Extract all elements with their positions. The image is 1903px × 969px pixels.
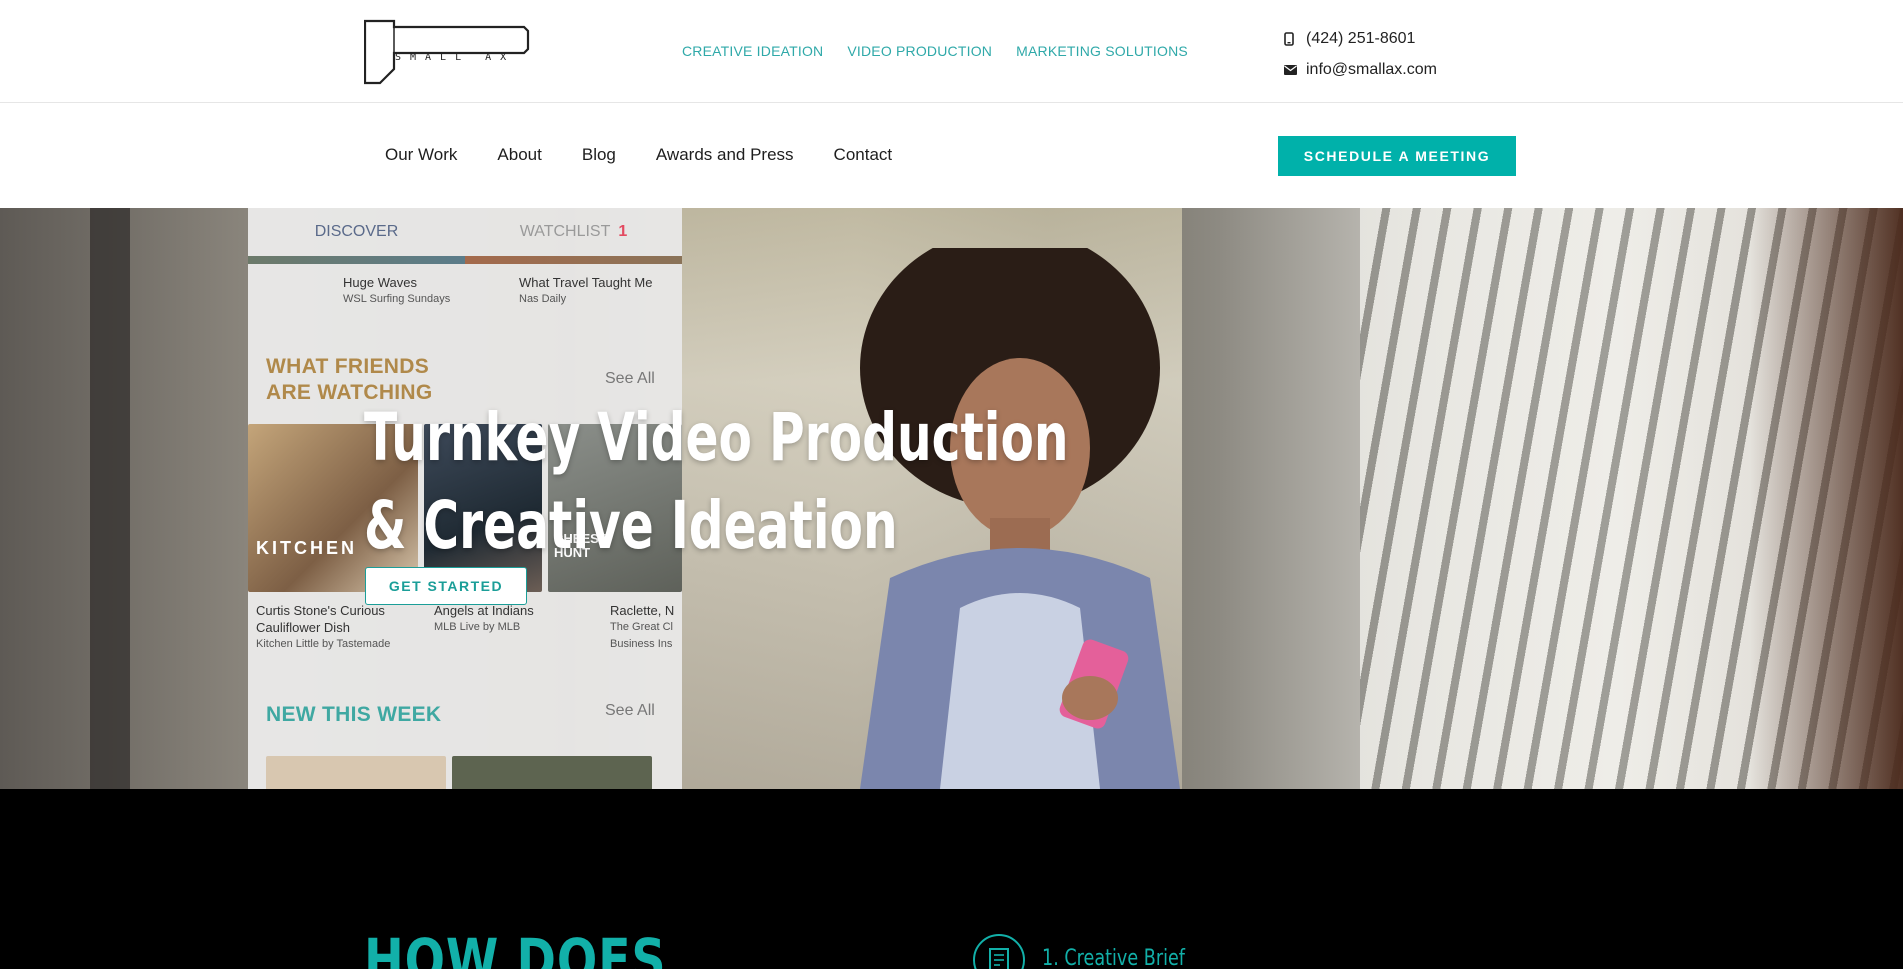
top-bar: SMALL AX CREATIVE IDEATION VIDEO PRODUCT… (0, 0, 1903, 103)
app-card: What Travel Taught Me Nas Daily (519, 274, 652, 308)
app-card-sub: Kitchen Little by Tastemade (256, 638, 391, 650)
nav-items: Our Work About Blog Awards and Press Con… (385, 145, 892, 165)
brief-icon (973, 934, 1025, 969)
friends-heading-line-1: WHAT FRIENDS (266, 355, 430, 378)
tab-discover: DISCOVER (314, 223, 399, 240)
get-started-button[interactable]: GET STARTED (365, 567, 527, 605)
app-card: Raclette, N The Great Cl Business Ins (610, 602, 674, 653)
phone-icon (1284, 31, 1306, 46)
see-all-link: See All (605, 702, 655, 719)
link-video-production[interactable]: VIDEO PRODUCTION (847, 43, 992, 59)
nav-about[interactable]: About (497, 145, 541, 165)
hero-video: DISCOVER WATCHLIST 1 Huge Waves WSL Surf… (0, 208, 1903, 789)
thumb-label: KITCHEN (256, 538, 357, 558)
app-card-sub: The Great Cl (610, 621, 673, 633)
hero-title-line-1: Turnkey Video Production (364, 399, 1069, 476)
app-card-title: Raclette, N (610, 603, 675, 618)
envelope-icon (1284, 64, 1306, 75)
tab-watchlist-label: WATCHLIST (519, 223, 611, 240)
app-card-sub: Business Ins (610, 638, 673, 650)
nav-blog[interactable]: Blog (582, 145, 616, 165)
schedule-meeting-button[interactable]: SCHEDULE A MEETING (1278, 136, 1516, 176)
app-card-sub: WSL Surfing Sundays (343, 293, 451, 305)
app-card: Curtis Stone's Curious Cauliflower Dish … (256, 602, 390, 653)
watchlist-count-badge: 1 (618, 223, 628, 240)
tab-watchlist: WATCHLIST 1 (465, 208, 682, 256)
hero-title-line-2: & Creative Ideation (364, 487, 898, 564)
app-card-title: Cauliflower Dish (256, 620, 350, 635)
main-nav: Our Work About Blog Awards and Press Con… (0, 104, 1903, 208)
nav-contact[interactable]: Contact (834, 145, 893, 165)
link-marketing-solutions[interactable]: MARKETING SOLUTIONS (1016, 43, 1188, 59)
app-card: Angels at Indians MLB Live by MLB (434, 602, 534, 636)
process-title: HOW DOES (364, 926, 667, 969)
phone-number[interactable]: (424) 251-8601 (1306, 30, 1415, 48)
app-card-sub: MLB Live by MLB (434, 621, 521, 633)
link-creative-ideation[interactable]: CREATIVE IDEATION (682, 43, 823, 59)
app-card-title: Huge Waves (343, 275, 417, 290)
app-tabs: DISCOVER WATCHLIST 1 (248, 208, 682, 256)
hero-bg-doorframe (90, 208, 130, 789)
see-all-link: See All (605, 370, 655, 387)
app-card: Huge Waves WSL Surfing Sundays (343, 274, 450, 308)
process-section: HOW DOES 1. Creative Brief (0, 789, 1903, 969)
contact-info: (424) 251-8601 info@smallax.com (1284, 26, 1437, 88)
app-card-sub: Nas Daily (519, 293, 567, 305)
hero-title: Turnkey Video Production & Creative Idea… (364, 394, 1069, 570)
new-this-week-heading: NEW THIS WEEK (266, 703, 442, 726)
thumb-new-2 (452, 756, 652, 789)
email-row[interactable]: info@smallax.com (1284, 57, 1437, 82)
nav-our-work[interactable]: Our Work (385, 145, 457, 165)
app-thumb-strip (248, 256, 682, 264)
hero-bg-rail (1750, 208, 1903, 789)
service-links: CREATIVE IDEATION VIDEO PRODUCTION MARKE… (682, 43, 1188, 59)
phone-row[interactable]: (424) 251-8601 (1284, 26, 1437, 51)
app-card-title: What Travel Taught Me (519, 275, 653, 290)
thumb-new-1 (266, 756, 446, 789)
nav-awards-and-press[interactable]: Awards and Press (656, 145, 794, 165)
logo-wordmark: SMALL AX (395, 52, 516, 63)
step-1-label: 1. Creative Brief (1042, 946, 1185, 969)
email-address[interactable]: info@smallax.com (1306, 61, 1437, 79)
